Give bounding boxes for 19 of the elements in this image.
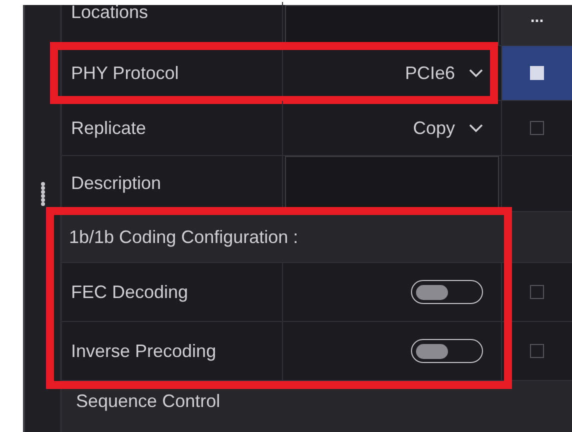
property-label: Inverse Precoding xyxy=(71,340,216,362)
drag-handle-icon[interactable] xyxy=(40,180,46,206)
section-title[interactable]: Sequence Control xyxy=(76,391,220,412)
section-title: 1b/1b Coding Configuration : xyxy=(69,226,298,248)
property-label: Replicate xyxy=(71,118,146,138)
property-label: FEC Decoding xyxy=(71,282,188,302)
value-dropdown[interactable]: Copy xyxy=(283,101,502,155)
property-label: PHY Protocol xyxy=(71,62,179,84)
toggle-switch[interactable] xyxy=(411,339,483,363)
property-label: Description xyxy=(71,173,162,194)
locations-field[interactable] xyxy=(285,5,499,45)
checkbox[interactable] xyxy=(530,121,544,135)
property-label: Locations xyxy=(71,2,148,23)
checkbox[interactable] xyxy=(530,344,544,358)
chevron-down-icon xyxy=(469,124,483,132)
chevron-down-icon xyxy=(469,68,483,78)
toggle-switch[interactable] xyxy=(411,280,483,304)
checkbox[interactable] xyxy=(530,285,544,299)
browse-button[interactable]: ... xyxy=(502,5,572,45)
